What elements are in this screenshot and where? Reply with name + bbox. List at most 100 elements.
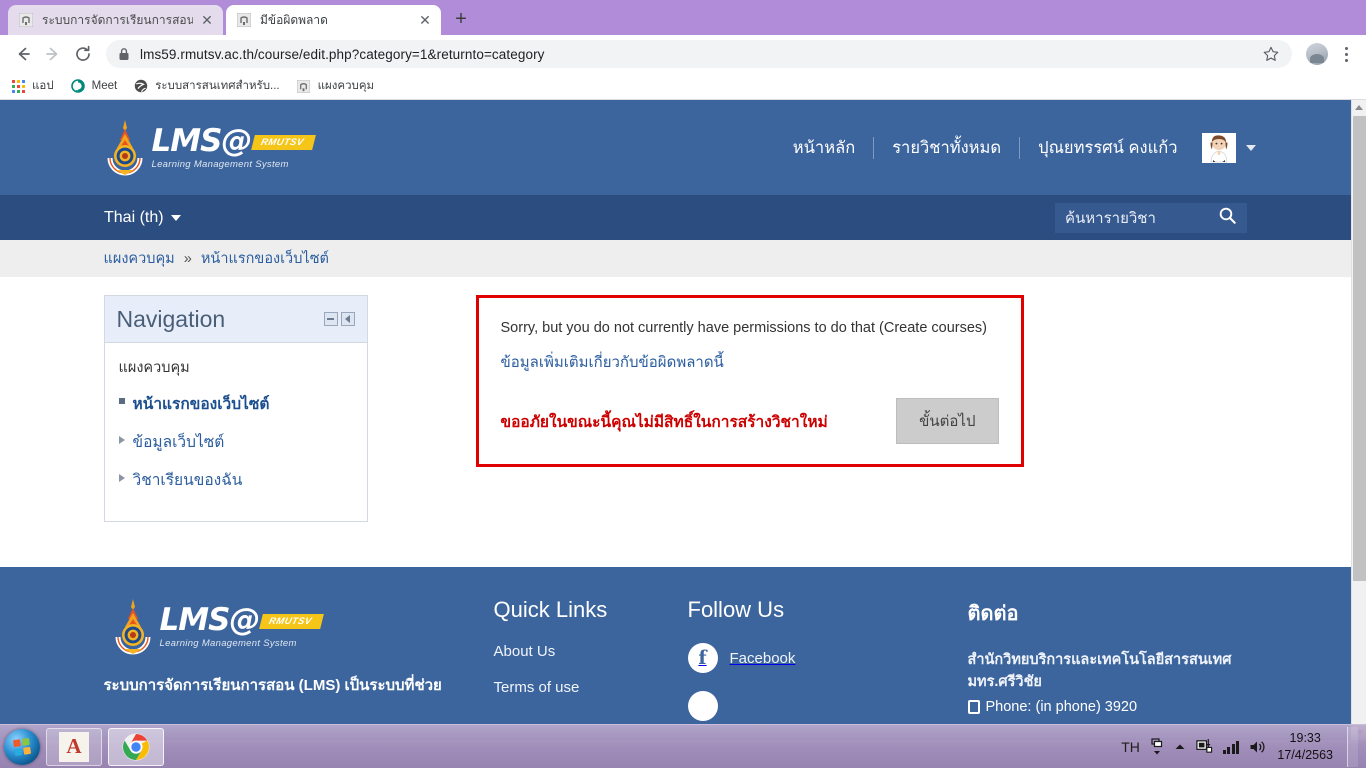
forward-arrow-icon[interactable] (38, 39, 68, 69)
minus-icon[interactable] (323, 312, 338, 326)
tray-network-plug-icon[interactable] (1196, 738, 1213, 755)
phone-icon (967, 699, 980, 714)
bookmark-meet[interactable]: Meet (70, 78, 118, 94)
course-search-box[interactable]: ค้นหารายวิชา (1055, 202, 1247, 233)
header-nav: หน้าหลัก รายวิชาทั้งหมด ปุณยทรรศน์ คงแก้… (775, 132, 1256, 163)
taskbar-clock[interactable]: 19:33 17/4/2563 (1277, 730, 1333, 764)
page-scrollbar[interactable] (1351, 100, 1366, 740)
apps-grid-icon (10, 78, 26, 94)
windows-start-button[interactable] (4, 728, 40, 765)
site-header: LMS@ RMUTSV Learning Management System หน… (0, 100, 1351, 195)
taskbar-time: 19:33 (1289, 730, 1321, 745)
language-selector[interactable]: Thai (th) (104, 209, 181, 227)
tab-strip: ระบบการจัดการเรียนการสอน มหาวิทย ✕ มีข้อ… (0, 0, 1366, 35)
tray-keyboard-layout-icon[interactable] (1150, 737, 1164, 757)
footer-contact-phone: Phone: (in phone) 3920 (967, 698, 1253, 715)
sidebar-item-site-home[interactable]: หน้าแรกของเว็บไซต์ (118, 391, 353, 416)
breadcrumb-item-dashboard[interactable]: แผงควบคุม (104, 251, 175, 267)
bookmark-star-icon[interactable] (1262, 45, 1280, 63)
tray-signal-strength-icon[interactable] (1222, 740, 1240, 754)
lock-icon (118, 47, 130, 61)
breadcrumb-bar: แผงควบคุม » หน้าแรกของเว็บไซต์ (0, 240, 1351, 277)
scrollbar-thumb[interactable] (1353, 116, 1366, 581)
footer-social-facebook-label: Facebook (729, 649, 796, 667)
footer-brand-column: LMS@ RMUTSV Learning Management System ระ… (104, 597, 494, 739)
bookmark-meet-label: Meet (91, 80, 118, 92)
taskbar-item-chrome[interactable] (108, 727, 164, 766)
bookmark-info-system[interactable]: ระบบสารสนเทศสำหรับ... (133, 77, 280, 95)
language-search-bar: Thai (th) ค้นหารายวิชา (0, 195, 1351, 240)
back-arrow-icon[interactable] (8, 39, 38, 69)
chrome-icon (122, 733, 150, 761)
moodle-favicon (18, 12, 34, 28)
breadcrumb-item-current[interactable]: หน้าแรกของเว็บไซต์ (201, 251, 329, 267)
footer-logo-badge: RMUTSV (259, 614, 324, 629)
footer-follow-us-heading: Follow Us (687, 597, 785, 622)
user-avatar[interactable] (1201, 132, 1236, 163)
scrollbar-up-arrow-icon[interactable] (1352, 100, 1366, 115)
language-selector-label: Thai (th) (104, 208, 164, 226)
logo-wordmark: LMS@ (151, 122, 253, 159)
browser-tab-2-title: มีข้อผิดพลาด (260, 13, 328, 27)
search-icon[interactable] (1218, 206, 1237, 230)
footer-contact-phone-label: Phone: (in phone) 3920 (985, 698, 1138, 715)
browser-tab-1-close-icon[interactable]: ✕ (199, 12, 215, 28)
browser-tab-2-close-icon[interactable]: ✕ (417, 12, 433, 28)
browser-toolbar: lms59.rmutsv.ac.th/course/edit.php?categ… (0, 35, 1366, 73)
header-nav-item-home[interactable]: หน้าหลัก (775, 135, 873, 161)
sidebar-item-site-pages[interactable]: ข้อมูลเว็บไซต์ (118, 429, 353, 454)
browser-tab-1-title: ระบบการจัดการเรียนการสอน มหาวิทย (42, 13, 193, 27)
footer-social-secondary[interactable] (687, 691, 968, 721)
footer-quick-links-heading: Quick Links (493, 597, 608, 622)
footer-contact-line2: มทร.ศรีวิชัย (967, 674, 1042, 691)
bookmark-apps[interactable]: แอป (10, 77, 54, 95)
chrome-menu-icon[interactable] (1334, 42, 1358, 66)
taskbar-item-acad[interactable]: A (46, 727, 102, 766)
footer-logo-subtitle: Learning Management System (159, 638, 297, 649)
globe-icon (133, 78, 149, 94)
logo-badge: RMUTSV (251, 134, 316, 150)
footer-social-facebook[interactable]: f Facebook (687, 643, 968, 673)
new-tab-button[interactable]: + (447, 5, 475, 33)
tray-show-hidden-icons-icon[interactable] (1174, 742, 1186, 752)
footer-quick-links: Quick Links About Us Terms of use (494, 597, 688, 739)
site-logo[interactable]: LMS@ RMUTSV Learning Management System (104, 118, 316, 178)
footer-contact: ติดต่อ สำนักวิทยบริการและเทคโนโลยีสารสนเ… (967, 597, 1253, 739)
show-desktop-button[interactable] (1347, 726, 1358, 767)
footer-contact-line1: สำนักวิทยบริการและเทคโนโลยีสารสนเทศ (967, 652, 1232, 668)
footer-link-terms-of-use[interactable]: Terms of use (494, 679, 688, 696)
footer-follow-us: Follow Us f Facebook (687, 597, 968, 739)
browser-window: ระบบการจัดการเรียนการสอน มหาวิทย ✕ มีข้อ… (0, 0, 1366, 740)
search-input[interactable]: ค้นหารายวิชา (1065, 206, 1218, 230)
bookmark-dashboard[interactable]: แผงควบคุม (296, 77, 374, 95)
avatar[interactable] (1306, 43, 1328, 65)
dock-left-icon[interactable] (340, 312, 355, 326)
taskbar: A TH 19:33 17/4/2563 (0, 724, 1366, 768)
reload-icon[interactable] (68, 39, 98, 69)
tray-language-indicator[interactable]: TH (1121, 739, 1140, 755)
browser-tab-2[interactable]: มีข้อผิดพลาด ✕ (226, 5, 441, 35)
site-footer: LMS@ RMUTSV Learning Management System ระ… (0, 567, 1351, 740)
taskbar-date: 17/4/2563 (1277, 747, 1333, 762)
bookmarks-bar: แอป Meet ระบบสารสนเทศสำหรับ... แผงควบคุม (0, 73, 1366, 100)
footer-link-about-us[interactable]: About Us (494, 643, 688, 660)
square-bullet-icon (118, 398, 133, 404)
tray-volume-icon[interactable] (1249, 739, 1267, 755)
header-nav-item-username[interactable]: ปุณยทรรศน์ คงแก้ว (1020, 135, 1195, 161)
continue-button[interactable]: ขั้นต่อไป (896, 398, 999, 444)
navigation-block-title: Navigation (116, 305, 226, 332)
address-bar-url: lms59.rmutsv.ac.th/course/edit.php?categ… (140, 46, 545, 62)
moodle-favicon (236, 12, 252, 28)
sidebar-item-my-courses[interactable]: วิชาเรียนของฉัน (118, 467, 353, 492)
footer-logo[interactable]: LMS@ RMUTSV Learning Management System (112, 597, 494, 657)
chevron-right-icon[interactable] (118, 436, 133, 444)
chevron-down-icon[interactable] (1245, 144, 1256, 151)
breadcrumb-separator: » (183, 251, 192, 267)
error-more-info-link[interactable]: ข้อมูลเพิ่มเติมเกี่ยวกับข้อผิดพลาดนี้ (501, 350, 724, 374)
browser-tab-1[interactable]: ระบบการจัดการเรียนการสอน มหาวิทย ✕ (8, 5, 223, 35)
rmutsv-emblem-icon (104, 118, 146, 178)
chevron-right-icon[interactable] (118, 474, 133, 482)
address-bar[interactable]: lms59.rmutsv.ac.th/course/edit.php?categ… (106, 40, 1292, 68)
header-nav-item-all-courses[interactable]: รายวิชาทั้งหมด (874, 135, 1019, 161)
chevron-down-icon (170, 214, 181, 221)
